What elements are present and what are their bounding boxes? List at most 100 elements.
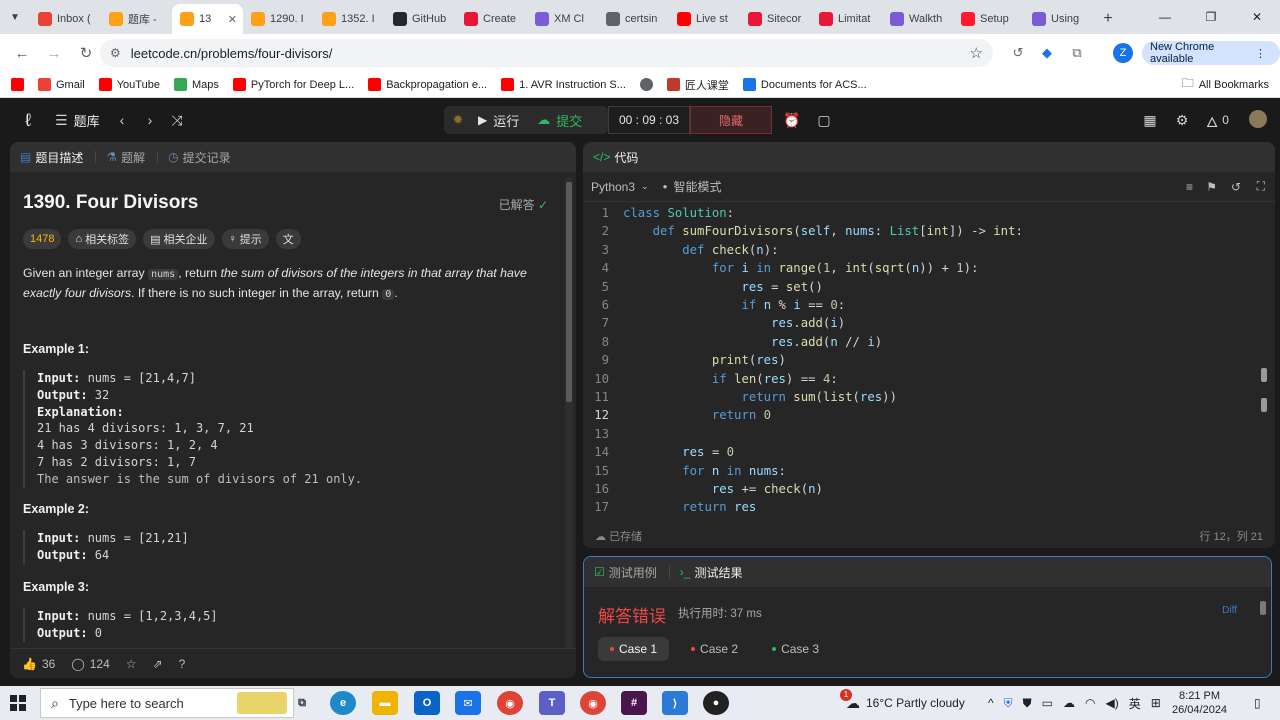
result-tab[interactable]: ☑ 测试用例: [594, 564, 657, 581]
task-view-icon[interactable]: ⧉: [289, 691, 315, 715]
browser-tab[interactable]: Live st: [669, 4, 740, 34]
edge-app-icon[interactable]: e: [330, 691, 356, 715]
comments-button[interactable]: ◯ 124: [71, 657, 109, 671]
browser-tab[interactable]: 题库 -: [101, 4, 172, 34]
description-tab[interactable]: ⚗ 题解: [106, 149, 145, 166]
teams-app-icon[interactable]: T: [539, 691, 565, 715]
hide-timer-button[interactable]: 隐藏: [690, 106, 772, 134]
debug-bug-icon[interactable]: ✹: [444, 112, 472, 128]
browser-tab[interactable]: XM Cl: [527, 4, 598, 34]
windows-start-icon[interactable]: [10, 695, 26, 711]
browser-tab[interactable]: Using: [1024, 4, 1095, 34]
submit-button[interactable]: ☁ 提交: [537, 111, 582, 130]
hint-chip[interactable]: ♀ 提示: [221, 229, 269, 249]
vscode-app-icon[interactable]: ⟩: [662, 691, 688, 715]
alarm-icon[interactable]: ⏰: [782, 110, 802, 130]
description-tab[interactable]: ▤ 题目描述: [20, 149, 83, 166]
new-tab-button[interactable]: +: [1095, 4, 1121, 34]
code-line[interactable]: 8 res.add(n // i): [583, 333, 883, 351]
editor-scrollbar[interactable]: [1259, 202, 1269, 520]
fullscreen-icon[interactable]: ⛶: [1257, 179, 1265, 194]
layout-grid-icon[interactable]: ▦: [1140, 110, 1160, 130]
user-avatar[interactable]: [1249, 110, 1267, 128]
recorder-app-icon[interactable]: ●: [703, 691, 729, 715]
code-line[interactable]: 6 if n % i == 0:: [583, 296, 846, 314]
maximize-icon[interactable]: ❐: [1188, 0, 1234, 34]
code-line[interactable]: 7 res.add(i): [583, 314, 846, 332]
scrollbar-thumb[interactable]: [1260, 601, 1266, 615]
translate-chip[interactable]: 文: [275, 229, 301, 249]
leetcode-logo-icon[interactable]: ℓ: [18, 110, 38, 130]
extensions-puzzle-icon[interactable]: ⧉: [1067, 43, 1087, 63]
reload-icon[interactable]: ↻: [72, 39, 100, 67]
code-line[interactable]: 13: [583, 425, 623, 443]
taskbar-search-box[interactable]: ⌕ Type here to search: [40, 688, 294, 718]
settings-gear-icon[interactable]: ⚙: [1172, 110, 1192, 130]
language-select[interactable]: Python3 ⌄: [591, 180, 649, 194]
notification-icon[interactable]: ▯: [1254, 686, 1261, 720]
result-scrollbar[interactable]: [1259, 597, 1267, 675]
extension-icon[interactable]: ◆: [1037, 43, 1057, 63]
browser-tab[interactable]: Create: [456, 4, 527, 34]
wifi-icon[interactable]: ◠: [1085, 696, 1095, 710]
bookmark-item[interactable]: YouTube: [92, 78, 167, 91]
site-info-icon[interactable]: ⚙: [110, 46, 121, 60]
related-tags-chip[interactable]: ⌂ 相关标签: [68, 229, 137, 249]
reset-code-icon[interactable]: ↺: [1231, 180, 1241, 194]
bookmark-item[interactable]: Documents for ACS...: [736, 78, 874, 91]
next-problem-icon[interactable]: ›: [142, 110, 158, 130]
favorite-star-icon[interactable]: ☆: [126, 657, 137, 671]
smart-mode-toggle[interactable]: 智能模式: [673, 178, 721, 195]
file-explorer-app-icon[interactable]: ▬: [372, 691, 398, 715]
minimize-icon[interactable]: —: [1142, 0, 1188, 34]
problem-list-button[interactable]: ☰ 题库: [55, 110, 100, 130]
run-button[interactable]: ▶ 运行: [478, 111, 519, 130]
timer[interactable]: 00 : 09 : 03: [608, 106, 690, 134]
chrome-profile-app-icon[interactable]: ◉: [580, 691, 606, 715]
code-line[interactable]: 12 return 0: [583, 406, 771, 424]
browser-tab[interactable]: Inbox (: [30, 4, 101, 34]
browser-tab[interactable]: 1290. I: [243, 4, 314, 34]
cloud-tray-icon[interactable]: ☁: [1063, 696, 1075, 710]
like-button[interactable]: 👍 36: [22, 657, 55, 671]
browser-tab[interactable]: Limitat: [811, 4, 882, 34]
browser-tab[interactable]: GitHub: [385, 4, 456, 34]
bookmark-item[interactable]: [4, 78, 31, 91]
prev-problem-icon[interactable]: ‹: [114, 110, 130, 130]
case-chip[interactable]: Case 1: [598, 637, 670, 661]
code-line[interactable]: 2 def sumFourDivisors(self, nums: List[i…: [583, 222, 1023, 240]
code-area[interactable]: 1 class Solution: 2 def sumFourDivisors(se…: [583, 202, 1263, 522]
difficulty-rating-chip[interactable]: 1478: [23, 229, 62, 249]
code-line[interactable]: 10 if len(res) == 4:: [583, 370, 838, 388]
menu-dots-icon[interactable]: ⋮: [1255, 47, 1266, 60]
diff-toggle[interactable]: Diff: [1222, 605, 1237, 616]
all-bookmarks-button[interactable]: 🗀 All Bookmarks: [1175, 74, 1276, 95]
related-companies-chip[interactable]: ▤ 相关企业: [143, 229, 215, 249]
code-line[interactable]: 4 for i in range(1, int(sqrt(n)) + 1):: [583, 259, 979, 277]
bookmark-item[interactable]: [633, 78, 660, 91]
browser-tab[interactable]: Sitecor: [740, 4, 811, 34]
case-chip[interactable]: Case 3: [760, 637, 831, 661]
code-line[interactable]: 16 res += check(n): [583, 480, 823, 498]
code-line[interactable]: 14 res = 0: [583, 443, 734, 461]
scrollbar-thumb[interactable]: [566, 182, 572, 402]
battery-icon[interactable]: ▭: [1042, 696, 1053, 710]
code-line[interactable]: 11 return sum(list(res)): [583, 388, 897, 406]
bookmark-item[interactable]: 匠人课堂: [660, 77, 736, 93]
weather-widget[interactable]: ☁ 1 16°C Partly cloudy: [840, 686, 965, 720]
defender-shield-icon[interactable]: ⛨: [1004, 696, 1013, 711]
tab-search-chevron-icon[interactable]: ▼: [0, 0, 30, 34]
description-scrollbar[interactable]: [565, 178, 573, 648]
format-icon[interactable]: ≡: [1186, 180, 1193, 194]
code-line[interactable]: 15 for n in nums:: [583, 462, 786, 480]
address-bar[interactable]: ⚙ leetcode.cn/problems/four-divisors/ ☆: [100, 39, 993, 67]
extension-refresh-icon[interactable]: ↺: [1008, 43, 1028, 63]
bookmark-item[interactable]: Maps: [167, 78, 226, 91]
browser-tab[interactable]: 13 ✕: [172, 4, 243, 34]
share-icon[interactable]: ⇗: [153, 657, 163, 671]
forward-arrow-icon[interactable]: →: [40, 39, 68, 67]
points-counter[interactable]: 🜂 0: [1206, 110, 1229, 130]
code-line[interactable]: 9 print(res): [583, 351, 786, 369]
close-window-icon[interactable]: ✕: [1234, 0, 1280, 34]
code-line[interactable]: 5 res = set(): [583, 278, 823, 296]
